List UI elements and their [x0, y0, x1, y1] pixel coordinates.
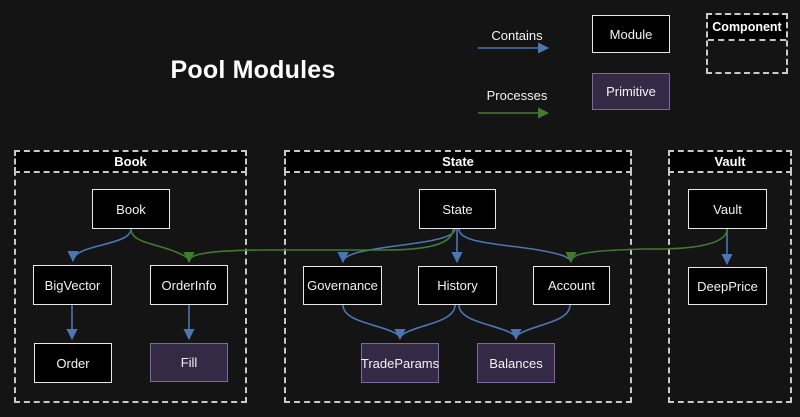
node-balances: Balances [477, 343, 555, 383]
legend-primitive-box: Primitive [592, 73, 670, 110]
node-history: History [418, 266, 497, 305]
book-container: Book Book BigVector OrderInfo Order Fill [14, 150, 247, 403]
node-governance: Governance [303, 266, 382, 305]
vault-container: Vault Vault DeepPrice [668, 150, 792, 403]
legend-processes-label: Processes [478, 88, 556, 103]
node-vault: Vault [688, 189, 767, 229]
legend-component-box: Component [706, 13, 788, 74]
legend-component-label: Component [708, 15, 786, 41]
legend-module-box: Module [592, 15, 670, 53]
node-book: Book [92, 189, 170, 229]
node-deepprice: DeepPrice [688, 267, 767, 305]
pool-modules-diagram: Pool Modules Contains Processes Module P… [0, 0, 800, 417]
node-order: Order [34, 343, 112, 383]
node-tradeparams: TradeParams [361, 343, 439, 383]
node-bigvector: BigVector [33, 265, 112, 305]
node-account: Account [533, 266, 610, 305]
vault-container-header: Vault [668, 150, 792, 173]
node-state: State [419, 189, 496, 229]
node-fill: Fill [150, 343, 228, 382]
page-title: Pool Modules [168, 56, 338, 85]
state-container-header: State [284, 150, 632, 173]
state-container: State State Governance History Account T… [284, 150, 632, 403]
node-orderinfo: OrderInfo [150, 265, 228, 305]
legend-contains-label: Contains [478, 28, 556, 43]
book-container-header: Book [14, 150, 247, 173]
